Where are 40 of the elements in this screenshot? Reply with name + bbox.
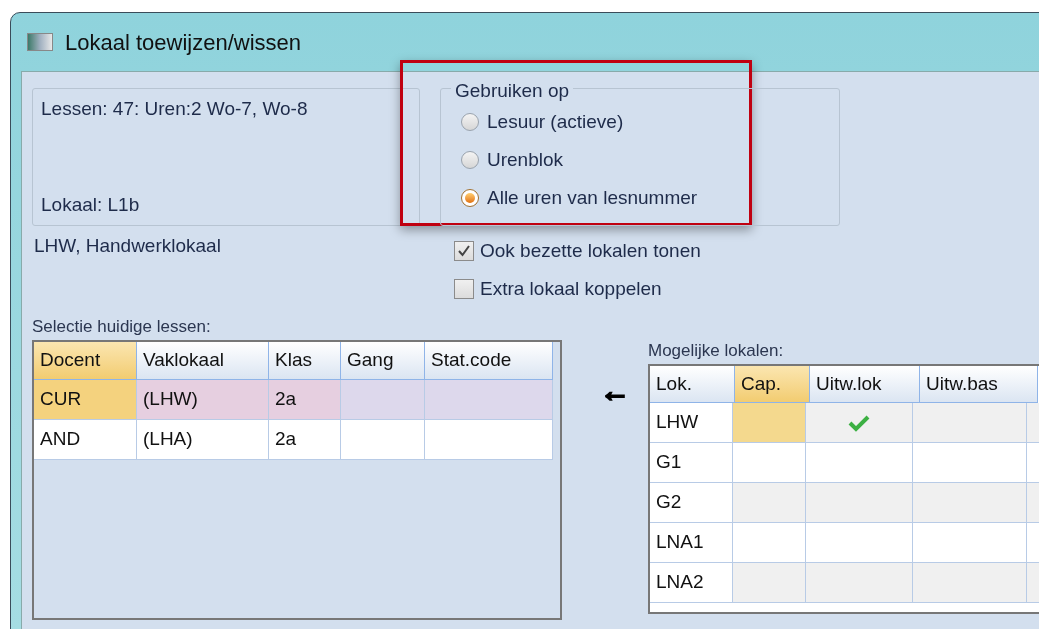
table-cell: AND (34, 420, 137, 460)
check-icon (458, 245, 470, 257)
transfer-arrow[interactable]: ← (600, 376, 630, 406)
radio-label: Urenblok (487, 147, 564, 172)
column-header[interactable]: Vaklokaal (137, 342, 269, 380)
window-title: Lokaal toewijzen/wissen (65, 28, 302, 57)
column-header[interactable]: Lok. (650, 366, 735, 403)
table-cell: G2 (650, 483, 733, 523)
checkbox[interactable] (454, 241, 474, 261)
radio-label: Alle uren van lesnummer (487, 185, 698, 210)
column-header[interactable]: Cap. (735, 366, 810, 403)
app-icon (27, 33, 53, 51)
column-header[interactable]: Stat.code (425, 342, 553, 380)
column-header[interactable]: Gang (341, 342, 425, 380)
table-cell: 2a (269, 420, 341, 460)
table-cell: CUR (34, 380, 137, 420)
radio-button[interactable] (461, 189, 479, 207)
checkbox[interactable] (454, 279, 474, 299)
current-lessons-label: Selectie huidige lessen: (32, 316, 212, 338)
room-description: LHW, Handwerklokaal (33, 234, 222, 258)
check-icon (847, 413, 870, 432)
column-header[interactable]: Uitw.lok (810, 366, 920, 403)
radio-button[interactable] (461, 151, 479, 169)
table-cell: LNA1 (650, 523, 733, 563)
possible-rooms-label: Mogelijke lokalen: (648, 340, 785, 362)
column-header[interactable]: Docent (34, 342, 137, 380)
column-header[interactable]: Klas (269, 342, 341, 380)
lessons-text: Lessen: 47: Uren:2 Wo-7, Wo-8 (41, 97, 309, 121)
radio-label: Lesuur (actieve) (487, 109, 624, 134)
checkbox-label: Extra lokaal koppelen (480, 276, 662, 301)
table-cell: LHW (650, 403, 733, 443)
table-cell: G1 (650, 443, 733, 483)
room-text: Lokaal: L1b (41, 192, 141, 217)
table-cell: (LHW) (137, 380, 269, 420)
table-cell: 2a (269, 380, 341, 420)
table-cell: LNA2 (650, 563, 733, 603)
column-header[interactable]: Uitw.bas (920, 366, 1038, 403)
checkbox-label: Ook bezette lokalen tonen (480, 238, 701, 263)
table-cell: (LHA) (137, 420, 269, 460)
radio-button[interactable] (461, 113, 479, 131)
